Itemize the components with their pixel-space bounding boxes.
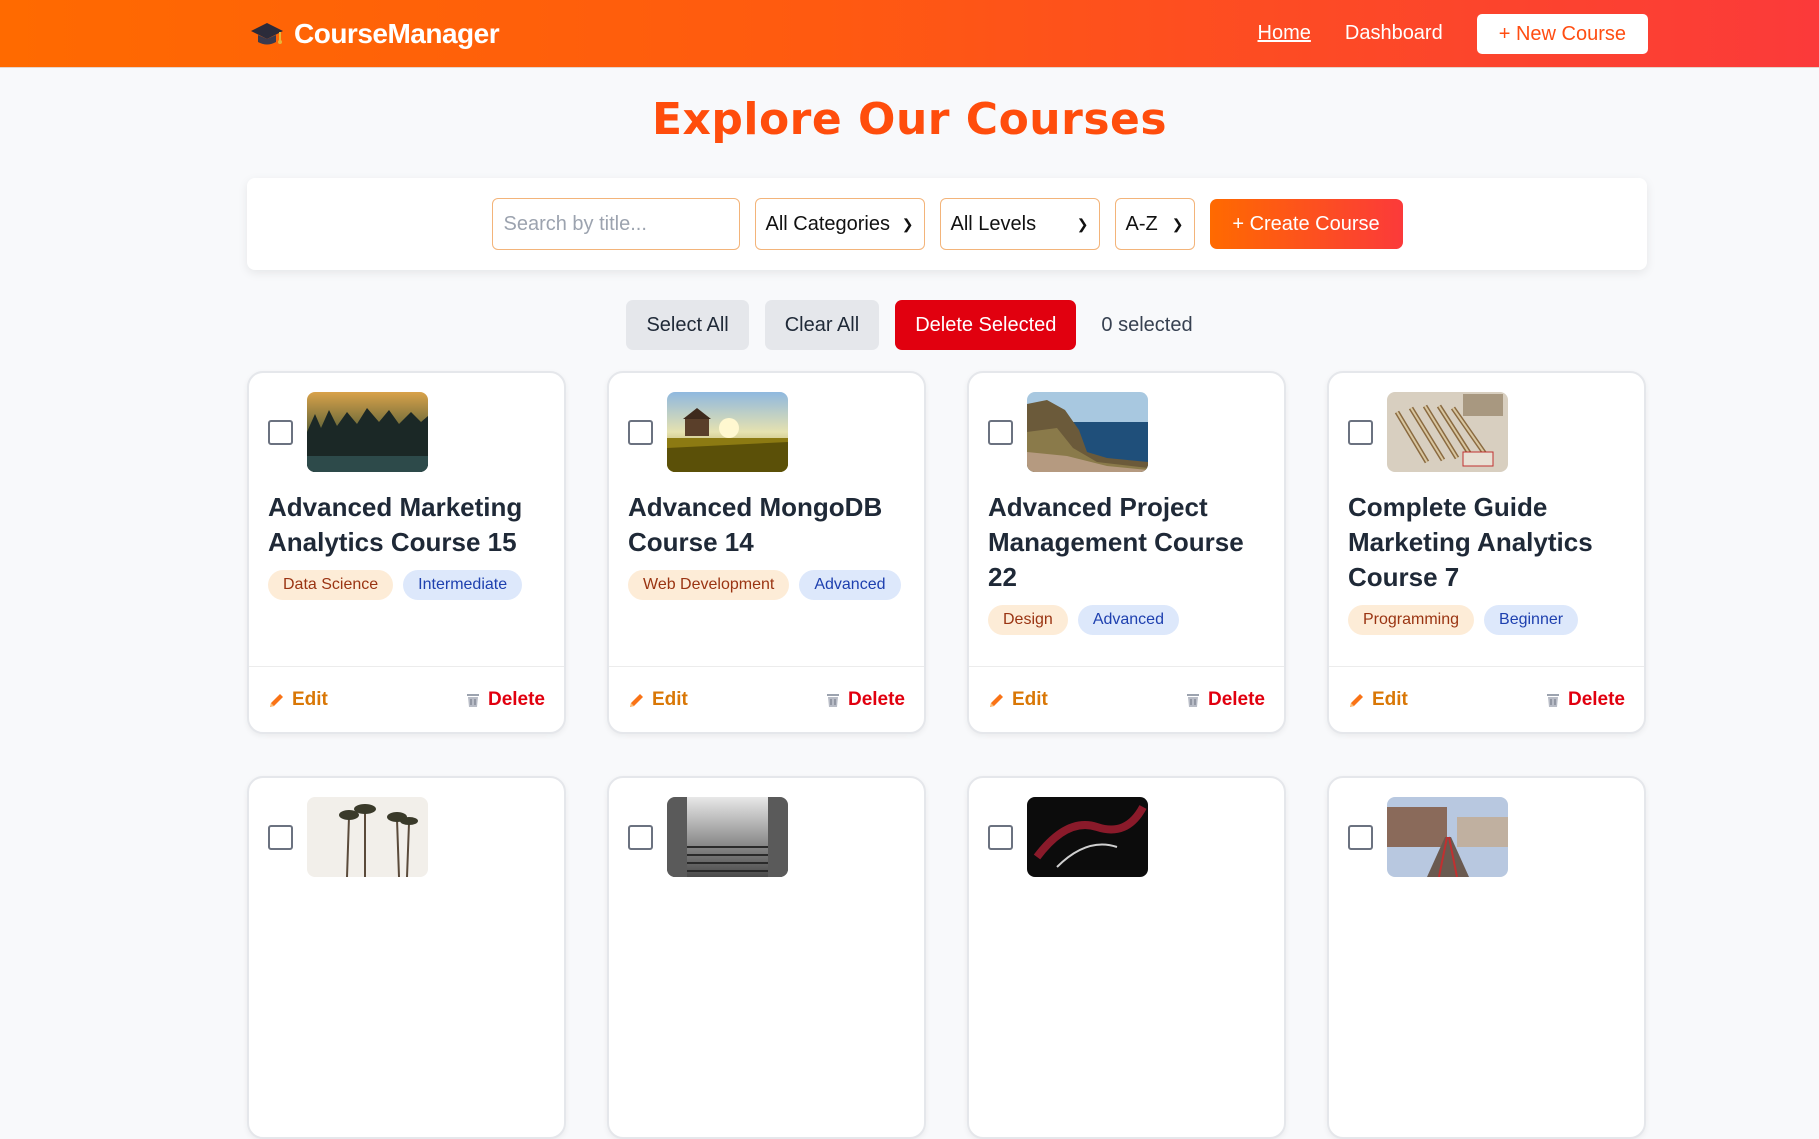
- course-thumbnail: [1027, 392, 1148, 472]
- category-badge: Data Science: [268, 570, 394, 600]
- course-title: Advanced MongoDB Course 14: [628, 492, 883, 557]
- level-badge: Advanced: [1077, 605, 1179, 635]
- brand[interactable]: CourseManager: [250, 17, 500, 50]
- chevron-down-icon: ❯: [1076, 215, 1089, 232]
- create-course-button[interactable]: + Create Course: [1209, 199, 1403, 249]
- course-checkbox[interactable]: [628, 824, 653, 850]
- course-checkbox[interactable]: [1348, 419, 1373, 445]
- course-thumbnail: [1027, 797, 1148, 877]
- course-thumbnail: [667, 392, 788, 472]
- filter-panel: All Categories ❯ All Levels ❯ A-Z ❯ + Cr…: [247, 178, 1647, 270]
- pencil-icon: [630, 693, 643, 707]
- trash-icon: [1546, 693, 1559, 707]
- search-input[interactable]: [491, 198, 740, 250]
- course-checkbox[interactable]: [988, 824, 1013, 850]
- edit-button[interactable]: Edit: [268, 689, 328, 711]
- delete-button[interactable]: Delete: [824, 689, 905, 711]
- course-thumbnail: [1387, 797, 1508, 877]
- trash-icon: [466, 693, 479, 707]
- trash-icon: [826, 693, 839, 707]
- sort-select[interactable]: A-Z ❯: [1114, 198, 1195, 250]
- graduation-cap-icon: [251, 22, 283, 44]
- course-thumbnail: [667, 797, 788, 877]
- bulk-actions: Select All Clear All Delete Selected 0 s…: [0, 300, 1819, 350]
- course-grid: Advanced Marketing Analytics Course 15 D…: [247, 371, 1647, 1139]
- level-select[interactable]: All Levels ❯: [939, 198, 1100, 250]
- edit-label: Edit: [1372, 688, 1408, 710]
- select-all-button[interactable]: Select All: [626, 300, 749, 350]
- course-checkbox[interactable]: [988, 419, 1013, 445]
- course-card: Complete Guide Marketing Analytics Cours…: [1327, 371, 1646, 734]
- edit-button[interactable]: Edit: [628, 689, 688, 711]
- level-badge: Advanced: [799, 570, 901, 600]
- nav-links: Home Dashboard + New Course: [1258, 13, 1648, 54]
- new-course-button[interactable]: + New Course: [1476, 13, 1648, 54]
- course-title: Advanced Project Management Course 22: [988, 492, 1244, 592]
- level-badge: Intermediate: [403, 570, 523, 600]
- pencil-icon: [1350, 693, 1363, 707]
- course-checkbox[interactable]: [628, 419, 653, 445]
- course-checkbox[interactable]: [268, 419, 293, 445]
- course-card: [247, 776, 566, 1139]
- edit-button[interactable]: Edit: [988, 689, 1048, 711]
- delete-button[interactable]: Delete: [464, 689, 545, 711]
- edit-label: Edit: [652, 688, 688, 710]
- course-title: Advanced Marketing Analytics Course 15: [268, 492, 523, 557]
- trash-icon: [1186, 693, 1199, 707]
- course-checkbox[interactable]: [268, 824, 293, 850]
- nav-dashboard-link[interactable]: Dashboard: [1345, 22, 1443, 45]
- chevron-down-icon: ❯: [901, 215, 914, 232]
- course-card: [1327, 776, 1646, 1139]
- sort-select-value: A-Z: [1125, 212, 1158, 235]
- delete-label: Delete: [1567, 688, 1625, 710]
- course-card: Advanced Project Management Course 22 De…: [967, 371, 1286, 734]
- brand-name: CourseManager: [294, 17, 500, 49]
- clear-all-button[interactable]: Clear All: [764, 300, 880, 350]
- category-badge: Design: [988, 605, 1068, 635]
- course-card: [607, 776, 926, 1139]
- level-badge: Beginner: [1484, 605, 1579, 635]
- selected-count: 0 selected: [1101, 313, 1193, 336]
- edit-label: Edit: [1012, 688, 1048, 710]
- delete-button[interactable]: Delete: [1544, 689, 1625, 711]
- course-checkbox[interactable]: [1348, 824, 1373, 850]
- course-thumbnail: [307, 392, 428, 472]
- delete-button[interactable]: Delete: [1184, 689, 1265, 711]
- category-badge: Web Development: [628, 570, 790, 600]
- edit-button[interactable]: Edit: [1348, 689, 1408, 711]
- course-thumbnail: [1387, 392, 1508, 472]
- course-thumbnail: [307, 797, 428, 877]
- delete-label: Delete: [1207, 688, 1265, 710]
- pencil-icon: [990, 693, 1003, 707]
- category-select-value: All Categories: [765, 212, 891, 235]
- course-card: [967, 776, 1286, 1139]
- edit-label: Edit: [292, 688, 328, 710]
- course-card: Advanced Marketing Analytics Course 15 D…: [247, 371, 566, 734]
- course-title: Complete Guide Marketing Analytics Cours…: [1348, 492, 1593, 592]
- delete-label: Delete: [487, 688, 545, 710]
- pencil-icon: [270, 693, 283, 707]
- chevron-down-icon: ❯: [1171, 215, 1184, 232]
- category-select[interactable]: All Categories ❯: [754, 198, 925, 250]
- level-select-value: All Levels: [950, 212, 1037, 235]
- category-badge: Programming: [1348, 605, 1475, 635]
- course-card: Advanced MongoDB Course 14 Web Developme…: [607, 371, 926, 734]
- delete-selected-button[interactable]: Delete Selected: [895, 300, 1077, 350]
- page-title: Explore Our Courses: [651, 94, 1168, 145]
- delete-label: Delete: [847, 688, 905, 710]
- navbar: CourseManager Home Dashboard + New Cours…: [0, 0, 1819, 68]
- nav-home-link[interactable]: Home: [1258, 22, 1311, 45]
